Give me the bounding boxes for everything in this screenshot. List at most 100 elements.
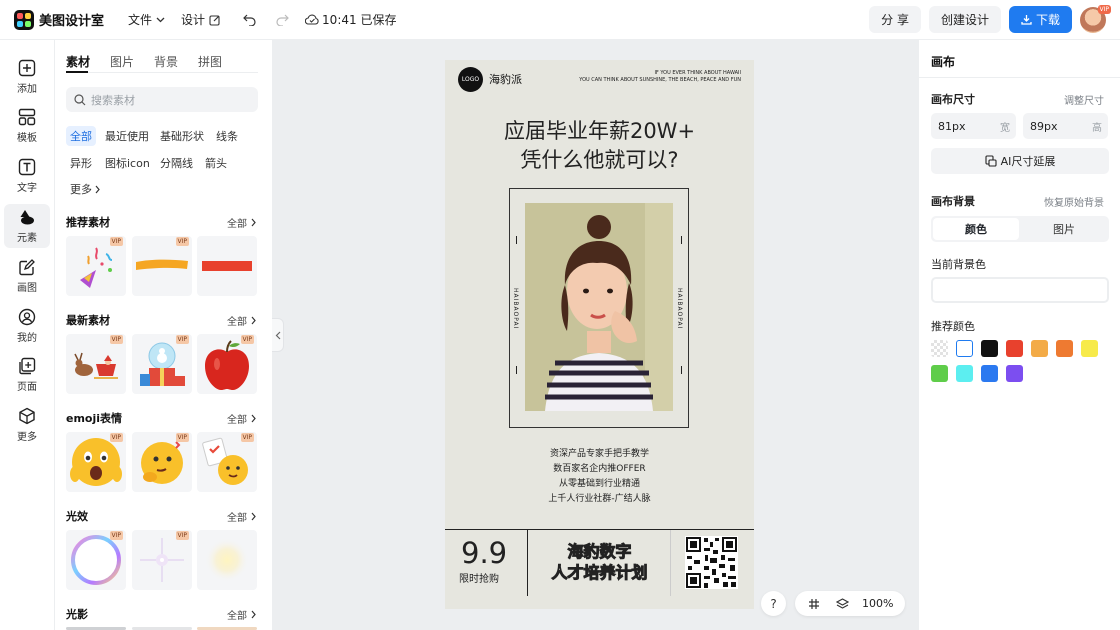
color-swatch[interactable]	[956, 365, 973, 382]
rail-item-add[interactable]: 添加	[4, 55, 50, 99]
color-swatch[interactable]	[1056, 340, 1073, 357]
color-swatch[interactable]	[1081, 340, 1098, 357]
panel-title: 画布	[931, 55, 956, 69]
top-actions: 分 享 创建设计 下载 VIP	[861, 4, 1111, 33]
chevron-right-icon	[95, 185, 100, 193]
chip-more-label: 更多	[70, 183, 92, 196]
material-emoji-shocked[interactable]: VIP	[66, 432, 126, 492]
rail-item-draw[interactable]: 画图	[4, 254, 50, 298]
see-all-recommended[interactable]: 全部	[227, 215, 258, 230]
see-all-latest[interactable]: 全部	[227, 313, 258, 328]
material-party-popper[interactable]: VIP	[66, 236, 126, 296]
frame-arrow-up	[681, 236, 682, 244]
poster-program-name[interactable]: 海豹数字 人才培养计划	[537, 541, 662, 583]
poster-program-line: 人才培养计划	[551, 563, 648, 583]
color-swatch[interactable]	[981, 340, 998, 357]
color-swatch[interactable]	[981, 365, 998, 382]
grid-toggle-button[interactable]	[804, 594, 824, 614]
tab-images[interactable]: 图片	[110, 53, 134, 74]
chip-more[interactable]: 更多	[66, 179, 105, 199]
poster-canvas[interactable]: LOGO 海豹派 IF YOU EVER THINK ABOUT HAWAII …	[445, 60, 754, 609]
poster-body-text[interactable]: 资深产品专家手把手教学 数百家名企内推OFFER 从零基础到行业精通 上千人行业…	[445, 447, 754, 507]
file-menu[interactable]: 文件	[128, 11, 165, 28]
vip-badge: VIP	[240, 335, 254, 344]
rail-item-text[interactable]: 文字	[4, 154, 50, 198]
share-button[interactable]: 分 享	[869, 6, 921, 33]
chip-all[interactable]: 全部	[66, 126, 96, 146]
create-design-button[interactable]: 创建设计	[928, 6, 1001, 33]
color-swatch[interactable]	[956, 340, 973, 357]
width-unit: 宽	[1000, 122, 1010, 134]
width-input[interactable]: 81px 宽	[931, 113, 1016, 139]
text-icon	[18, 158, 36, 176]
material-glow-light[interactable]	[197, 530, 257, 590]
current-bg-color[interactable]	[931, 277, 1109, 303]
bg-type-image[interactable]: 图片	[1021, 218, 1107, 240]
qr-code[interactable]	[685, 536, 738, 589]
material-sparkle-star[interactable]: VIP	[132, 530, 192, 590]
chip-basic-shapes[interactable]: 基础形状	[156, 126, 208, 146]
height-input[interactable]: 89px 高	[1023, 113, 1108, 139]
restore-bg-link[interactable]: 恢复原始背景	[1044, 194, 1104, 209]
download-button[interactable]: 下载	[1008, 6, 1072, 33]
tab-collage[interactable]: 拼图	[198, 53, 222, 74]
rail-item-mine[interactable]: 我的	[4, 304, 50, 348]
frame-arrow-down	[516, 366, 517, 374]
poster-headline[interactable]: 应届毕业年薪20W+ 凭什么他就可以?	[445, 117, 754, 175]
poster-logo[interactable]: LOGO	[458, 67, 483, 92]
layers-button[interactable]	[832, 594, 852, 614]
color-swatch[interactable]	[931, 365, 948, 382]
chip-dividers[interactable]: 分隔线	[156, 153, 197, 173]
adjust-size-link[interactable]: 调整尺寸	[1064, 92, 1104, 107]
color-swatch[interactable]	[1031, 340, 1048, 357]
material-emoji-thinking[interactable]: VIP	[132, 432, 192, 492]
material-reindeer-sleigh[interactable]: VIP	[66, 334, 126, 394]
rail-item-pages[interactable]: 页面	[4, 353, 50, 397]
see-all-light-effects[interactable]: 全部	[227, 509, 258, 524]
material-red-bar[interactable]	[197, 236, 257, 296]
material-bubble-ring[interactable]: VIP	[66, 530, 126, 590]
see-all-label: 全部	[227, 513, 247, 524]
undo-button[interactable]	[237, 9, 259, 31]
brand[interactable]: 美图设计室	[14, 9, 105, 30]
portrait-photo[interactable]	[525, 203, 673, 411]
material-emoji-checklist[interactable]: VIP	[197, 432, 257, 492]
tab-backgrounds[interactable]: 背景	[154, 53, 178, 74]
color-swatch[interactable]	[931, 340, 948, 357]
avatar[interactable]: VIP	[1080, 4, 1111, 33]
chip-lines[interactable]: 线条	[212, 126, 242, 146]
vip-badge: VIP	[175, 433, 189, 442]
see-all-label: 全部	[227, 317, 247, 328]
height-unit: 高	[1092, 122, 1102, 134]
bg-type-color[interactable]: 颜色	[933, 218, 1019, 240]
redo-button[interactable]	[269, 9, 291, 31]
poster-price[interactable]: 9.9	[461, 536, 507, 570]
zoom-level[interactable]: 100%	[862, 597, 893, 610]
poster-brand[interactable]: 海豹派	[489, 71, 522, 87]
chip-recent[interactable]: 最近使用	[101, 126, 153, 146]
app-logo-icon	[14, 9, 34, 30]
see-all-emoji[interactable]: 全部	[227, 411, 258, 426]
help-button[interactable]: ?	[761, 591, 786, 616]
rail-item-elements[interactable]: 元素	[4, 204, 50, 248]
download-label: 下载	[1035, 13, 1060, 27]
see-all-light-shadow[interactable]: 全部	[227, 607, 258, 622]
vip-badge: VIP	[109, 237, 123, 246]
chip-arrows[interactable]: 箭头	[201, 153, 231, 173]
color-swatch[interactable]	[1006, 340, 1023, 357]
rail-item-templates[interactable]: 模板	[4, 104, 50, 148]
ai-resize-button[interactable]: AI尺寸延展	[931, 148, 1109, 174]
rail-item-more[interactable]: 更多	[4, 403, 50, 447]
search-input[interactable]: 搜索素材	[66, 87, 258, 112]
collapse-panel-button[interactable]	[272, 318, 284, 352]
design-menu[interactable]: 设计	[181, 11, 221, 28]
app-name: 美图设计室	[39, 14, 105, 29]
poster-price-caption[interactable]: 限时抢购	[459, 570, 499, 585]
material-red-apple[interactable]: VIP	[197, 334, 257, 394]
material-snow-globe-gift[interactable]: VIP	[132, 334, 192, 394]
chip-icons[interactable]: 图标icon	[101, 153, 154, 173]
color-swatch[interactable]	[1006, 365, 1023, 382]
poster-tagline[interactable]: IF YOU EVER THINK ABOUT HAWAII YOU CAN T…	[561, 70, 741, 84]
material-brush-stroke-yellow[interactable]: VIP	[132, 236, 192, 296]
chip-irregular[interactable]: 异形	[66, 153, 96, 173]
